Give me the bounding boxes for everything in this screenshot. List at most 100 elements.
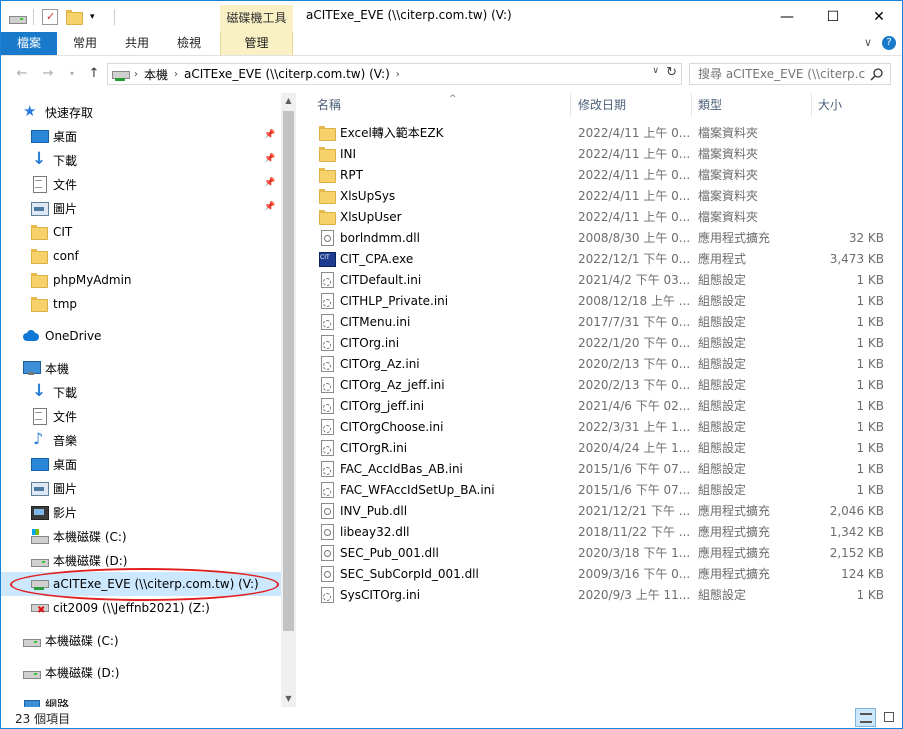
maximize-button[interactable]: ☐ — [810, 1, 856, 32]
file-row[interactable]: INI 2022/4/11 上午 0... 檔案資料夾 — [297, 143, 897, 164]
file-row[interactable]: CITHLP_Private.ini 2008/12/18 上午 ... 組態設定 1… — [297, 290, 897, 311]
pin-icon[interactable]: 📌 — [264, 154, 275, 164]
breadcrumb-current-drive[interactable]: aCITExe_EVE (\\citerp.com.tw) (V:) — [184, 67, 390, 81]
tab-manage[interactable]: 管理 — [220, 32, 293, 55]
file-row[interactable]: borlndmm.dll 2008/8/30 上午 0... 應用程式擴充 32 KB — [297, 227, 897, 248]
nav-item[interactable]: 本機磁碟 (C:) — [1, 524, 281, 548]
pin-icon[interactable]: 📌 — [264, 202, 275, 212]
back-arrow-icon[interactable]: ← — [13, 65, 31, 83]
nav-item-label: 音樂 — [53, 433, 78, 448]
nav-item[interactable]: tmp — [1, 292, 281, 316]
ribbon-controls: ∨ ? — [864, 36, 896, 50]
file-row[interactable]: XlsUpUser 2022/4/11 上午 0... 檔案資料夾 — [297, 206, 897, 227]
file-row[interactable]: SEC_SubCorpId_001.dll 2009/3/16 下午 0... 應用… — [297, 563, 897, 584]
nav-item[interactable]: 網路 — [1, 692, 281, 707]
scroll-up-icon[interactable]: ▲ — [281, 93, 296, 109]
customize-toolbar-icon[interactable]: ▾ — [90, 9, 106, 25]
nav-item[interactable]: OneDrive — [1, 324, 281, 348]
file-date: 2022/1/20 下午 0... — [578, 336, 690, 350]
column-header-date[interactable]: 修改日期 — [572, 93, 692, 117]
recent-locations-icon[interactable]: ▾ — [63, 65, 81, 83]
file-row[interactable]: RPT 2022/4/11 上午 0... 檔案資料夾 — [297, 164, 897, 185]
nav-item[interactable]: 下載 — [1, 380, 281, 404]
search-box[interactable] — [689, 63, 891, 85]
nav-item[interactable]: 快速存取 — [1, 100, 281, 124]
nav-item[interactable]: 文件 📌 — [1, 172, 281, 196]
address-bar[interactable]: › 本機 › aCITExe_EVE (\\citerp.com.tw) (V:… — [107, 63, 682, 85]
nav-item[interactable]: 本機磁碟 (C:) — [1, 628, 281, 652]
chevron-right-icon[interactable]: › — [396, 69, 400, 80]
nav-item[interactable]: 圖片 — [1, 476, 281, 500]
details-view-button[interactable] — [855, 708, 876, 727]
nav-item[interactable]: CIT — [1, 220, 281, 244]
up-arrow-icon[interactable]: ↑ — [85, 65, 103, 83]
pin-icon[interactable]: 📌 — [264, 178, 275, 188]
scrollbar-thumb[interactable] — [283, 111, 294, 631]
new-folder-icon[interactable] — [66, 9, 83, 25]
close-button[interactable]: ✕ — [856, 1, 902, 32]
properties-icon[interactable]: ✓ — [42, 9, 58, 25]
file-row[interactable]: SEC_Pub_001.dll 2020/3/18 下午 1... 應用程式擴充 2,… — [297, 542, 897, 563]
file-row[interactable]: CITOrgChoose.ini 2022/3/31 上午 1... 組態設定 1 K… — [297, 416, 897, 437]
file-row[interactable]: SysCITOrg.ini 2020/9/3 上午 11... 組態設定 1 KB — [297, 584, 897, 605]
nav-item[interactable]: 下載 📌 — [1, 148, 281, 172]
nav-item[interactable]: 本機 — [1, 356, 281, 380]
refresh-icon[interactable]: ↻ — [666, 65, 677, 80]
tab-view[interactable]: 檢視 — [163, 32, 215, 55]
file-row[interactable]: CITOrgR.ini 2020/4/24 上午 1... 組態設定 1 KB — [297, 437, 897, 458]
pin-icon[interactable]: 📌 — [264, 130, 275, 140]
network-drive-icon — [31, 576, 49, 592]
file-row[interactable]: CITOrg_Az.ini 2020/2/13 下午 0... 組態設定 1 KB — [297, 353, 897, 374]
file-row[interactable]: CITDefault.ini 2021/4/2 下午 03... 組態設定 1 KB — [297, 269, 897, 290]
chevron-right-icon[interactable]: › — [174, 69, 178, 80]
tab-share[interactable]: 共用 — [111, 32, 163, 55]
nav-item[interactable]: 音樂 — [1, 428, 281, 452]
help-button[interactable]: ? — [882, 36, 896, 50]
nav-item[interactable]: conf — [1, 244, 281, 268]
file-row[interactable]: CITOrg.ini 2022/1/20 下午 0... 組態設定 1 KB — [297, 332, 897, 353]
large-icons-view-button[interactable] — [879, 708, 900, 727]
nav-item[interactable]: 本機磁碟 (D:) — [1, 548, 281, 572]
file-name-cell: CITOrg.ini — [319, 335, 574, 351]
file-row[interactable]: FAC_WFAccIdSetUp_BA.ini 2015/1/6 下午 07...… — [297, 479, 897, 500]
file-type: 應用程式擴充 — [698, 567, 771, 581]
file-row[interactable]: libeay32.dll 2018/11/22 下午 ... 應用程式擴充 1,342… — [297, 521, 897, 542]
drive-icon[interactable] — [9, 9, 27, 25]
tab-file[interactable]: 檔案 — [1, 32, 57, 55]
nav-item[interactable]: 圖片 📌 — [1, 196, 281, 220]
file-row[interactable]: XlsUpSys 2022/4/11 上午 0... 檔案資料夾 — [297, 185, 897, 206]
file-row[interactable]: CITOrg_jeff.ini 2021/4/6 下午 02... 組態設定 1 KB — [297, 395, 897, 416]
chevron-right-icon[interactable]: › — [134, 69, 138, 80]
file-name: SEC_Pub_001.dll — [340, 545, 439, 560]
nav-item[interactable]: 影片 — [1, 500, 281, 524]
file-name: FAC_AccIdBas_AB.ini — [340, 461, 463, 476]
nav-item[interactable]: cit2009 (\\Jeffnb2021) (Z:) — [1, 596, 281, 620]
search-input[interactable] — [690, 67, 866, 81]
scroll-down-icon[interactable]: ▼ — [281, 691, 296, 707]
minimize-button[interactable]: — — [764, 1, 810, 32]
file-row[interactable]: CITOrg_Az_jeff.ini 2020/2/13 下午 0... 組態設定 1… — [297, 374, 897, 395]
toolbar-divider — [114, 9, 115, 25]
column-header-size[interactable]: 大小 — [812, 93, 892, 117]
file-row[interactable]: FAC_AccIdBas_AB.ini 2015/1/6 下午 07... 組態設定… — [297, 458, 897, 479]
column-header-type[interactable]: 類型 — [692, 93, 812, 117]
nav-item[interactable]: phpMyAdmin — [1, 268, 281, 292]
nav-item[interactable]: aCITExe_EVE (\\citerp.com.tw) (V:) — [1, 572, 281, 596]
nav-scrollbar[interactable]: ▲ ▼ — [281, 93, 296, 707]
desktop-icon — [31, 128, 49, 144]
file-row[interactable]: Excel轉入範本EZK 2022/4/11 上午 0... 檔案資料夾 — [297, 122, 897, 143]
breadcrumb-this-pc[interactable]: 本機 — [144, 66, 168, 83]
column-header-name[interactable]: 名稱 ^ — [311, 93, 571, 117]
nav-item-label: 圖片 — [53, 481, 78, 496]
nav-item[interactable]: 本機磁碟 (D:) — [1, 660, 281, 684]
file-row[interactable]: INV_Pub.dll 2021/12/21 下午 ... 應用程式擴充 2,046 … — [297, 500, 897, 521]
forward-arrow-icon[interactable]: → — [39, 65, 57, 83]
nav-item[interactable]: 桌面 — [1, 452, 281, 476]
file-row[interactable]: CITMenu.ini 2017/7/31 下午 0... 組態設定 1 KB — [297, 311, 897, 332]
nav-item[interactable]: 桌面 📌 — [1, 124, 281, 148]
tab-home[interactable]: 常用 — [59, 32, 111, 55]
file-row[interactable]: CIT_CPA.exe 2022/12/1 下午 0... 應用程式 3,473 KB — [297, 248, 897, 269]
nav-item[interactable]: 文件 — [1, 404, 281, 428]
collapse-ribbon-button[interactable]: ∨ — [864, 36, 872, 50]
address-dropdown-icon[interactable]: ∨ — [652, 66, 659, 76]
